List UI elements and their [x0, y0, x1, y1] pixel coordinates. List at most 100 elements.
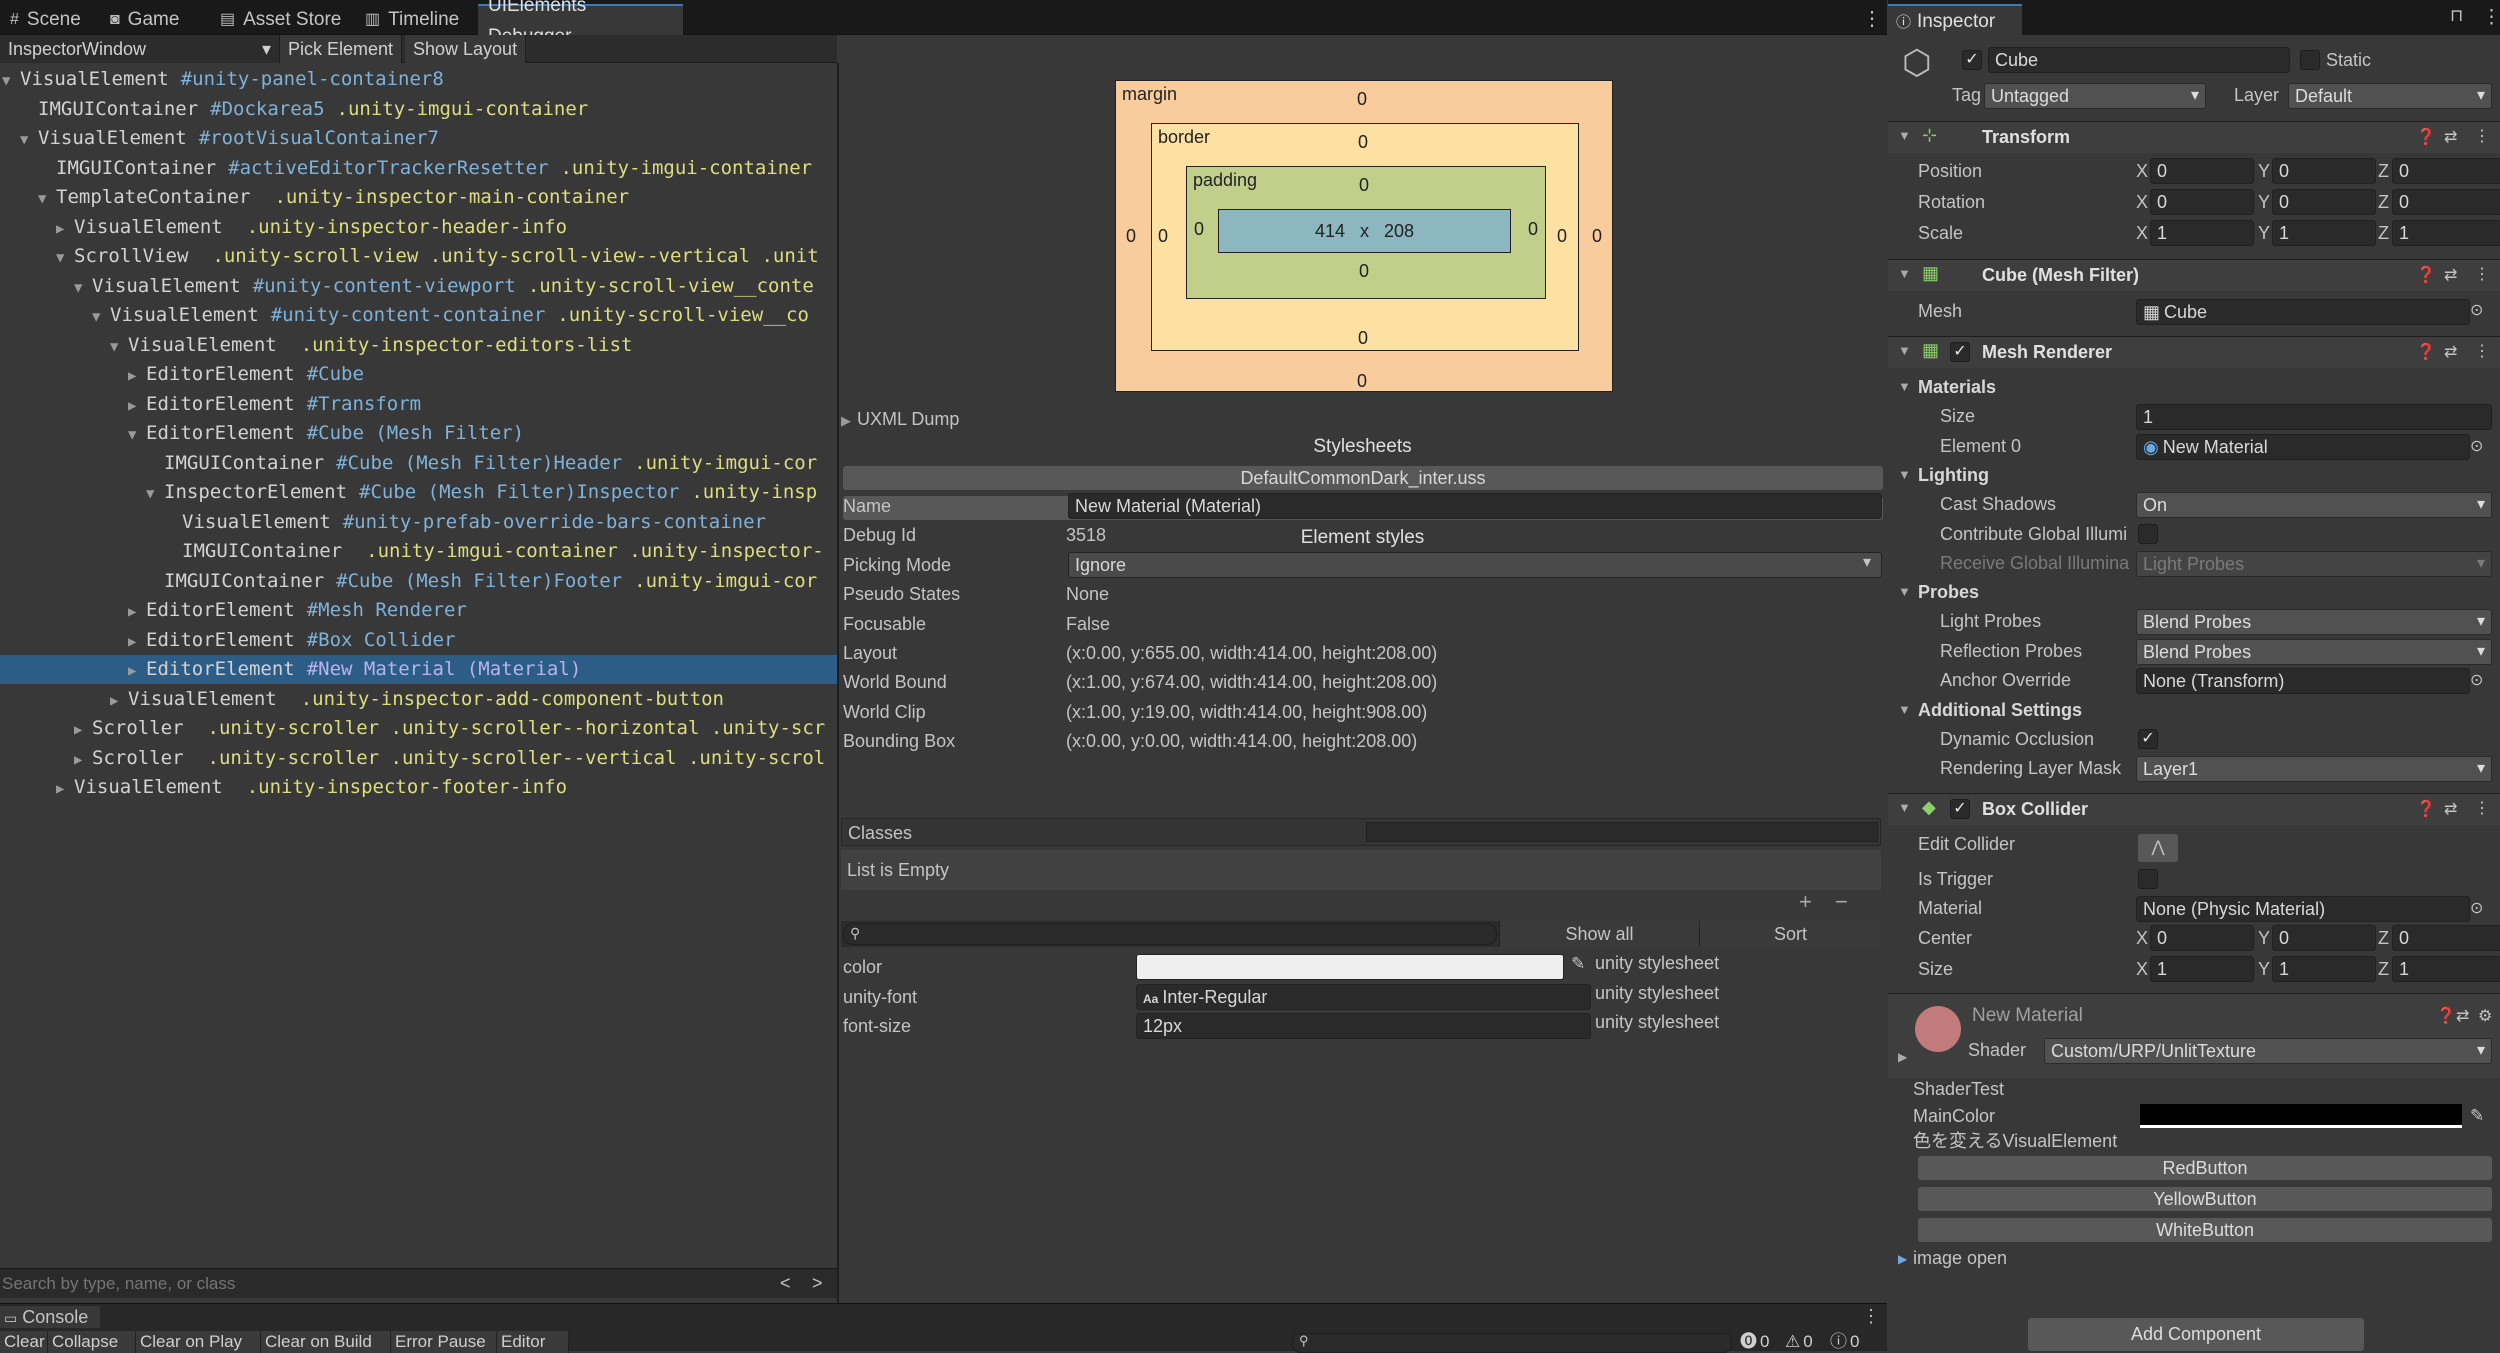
tree-row[interactable]: IMGUIContainer #activeEditorTrackerResett… [0, 154, 837, 183]
element0-object-field[interactable]: ◉ New Material [2136, 434, 2470, 460]
tab-timeline[interactable]: ▥ Timeline [355, 4, 469, 35]
more-options-icon[interactable]: ⋮ [2482, 6, 2500, 29]
console-clear-button[interactable]: Clear [0, 1331, 48, 1353]
yellow-button[interactable]: YellowButton [1918, 1187, 2492, 1211]
console-info-count[interactable]: ⓘ 0 [1830, 1331, 1859, 1353]
tab-inspector[interactable]: ⓘ Inspector [1888, 4, 2022, 35]
tree-row[interactable]: ▶ EditorElement #Box Collider [0, 626, 837, 655]
classes-input[interactable] [1366, 822, 1878, 842]
tab-asset-store[interactable]: ▤ Asset Store [210, 4, 351, 35]
console-error-count[interactable]: ⓿0 [1740, 1331, 1769, 1353]
console-editor-button[interactable]: Editor [497, 1331, 569, 1353]
console-collapse-button[interactable]: Collapse [48, 1331, 136, 1353]
uxml-dump-foldout[interactable]: ▶ UXML Dump [841, 405, 959, 433]
collapsed-arrow-icon[interactable]: ▶ [128, 392, 146, 421]
stylesheet-button-0[interactable]: DefaultCommonDark_inter.uss [843, 466, 1883, 490]
foldout-arrow-icon[interactable]: ▼ [1898, 800, 1911, 815]
materials-foldout[interactable]: Materials [1918, 373, 1996, 401]
transform-header[interactable] [1888, 121, 2500, 153]
object-picker-icon[interactable]: ⊙ [2470, 898, 2483, 918]
component-menu-icon[interactable]: ⋮ [2474, 126, 2490, 146]
picking-mode-dropdown[interactable]: Ignore [1068, 551, 1882, 578]
help-icon[interactable]: ❓ [2416, 799, 2436, 819]
tree-row[interactable]: ▼ InspectorElement #Cube (Mesh Filter)Insp… [0, 478, 837, 507]
tree-row[interactable]: IMGUIContainer .unity-imgui-container .un… [0, 537, 837, 566]
foldout-arrow-icon[interactable]: ▼ [1898, 584, 1911, 599]
is-trigger-checkbox[interactable] [2138, 869, 2158, 889]
lock-icon[interactable]: ⊓ [2450, 6, 2463, 26]
console-clear-on-build-button[interactable]: Clear on Build [261, 1331, 391, 1353]
foldout-arrow-icon[interactable]: ▼ [1898, 467, 1911, 482]
tree-row[interactable]: VisualElement #unity-prefab-override-bars… [0, 508, 837, 537]
collider-material-field[interactable]: None (Physic Material) [2136, 896, 2470, 922]
tree-row[interactable]: ▼ VisualElement .unity-inspector-editors-l… [0, 331, 837, 360]
preset-icon[interactable]: ⇄ [2444, 265, 2457, 285]
foldout-arrow-icon[interactable]: ▼ [1898, 343, 1911, 358]
console-error-pause-button[interactable]: Error Pause [391, 1331, 497, 1353]
edit-collider-button[interactable]: ⋀ [2138, 834, 2178, 862]
contribute-gi-checkbox[interactable] [2138, 524, 2158, 544]
collapsed-arrow-icon[interactable]: ▶ [128, 598, 146, 627]
position-y-field[interactable]: 0 [2272, 158, 2376, 184]
collapsed-arrow-icon[interactable]: ▶ [74, 746, 92, 775]
console-more-icon[interactable]: ⋮ [1862, 1306, 1880, 1327]
add-component-button[interactable]: Add Component [2028, 1318, 2364, 1351]
tree-row[interactable]: IMGUIContainer #Dockarea5 .unity-imgui-con… [0, 95, 837, 124]
expanded-arrow-icon[interactable]: ▼ [38, 185, 56, 214]
tab-uielements-debugger[interactable]: UIElements Debugger [478, 0, 683, 47]
mesh-filter-header[interactable] [1888, 259, 2500, 291]
search-prev-button[interactable]: < [780, 1273, 791, 1294]
component-menu-icon[interactable]: ⋮ [2474, 264, 2490, 284]
dynamic-occlusion-checkbox[interactable]: ✓ [2138, 729, 2158, 749]
tree-row[interactable]: ▼ EditorElement #Cube (Mesh Filter) [0, 419, 837, 448]
expanded-arrow-icon[interactable]: ▼ [110, 333, 128, 362]
collider-size-z-field[interactable]: 1 [2392, 956, 2500, 982]
static-checkbox[interactable] [2300, 50, 2320, 70]
materials-size-field[interactable]: 1 [2136, 404, 2492, 430]
tree-row[interactable]: ▼ VisualElement #unity-content-container .u… [0, 301, 837, 330]
collapsed-arrow-icon[interactable]: ▶ [56, 215, 74, 244]
collapsed-arrow-icon[interactable]: ▶ [110, 687, 128, 716]
gear-icon[interactable]: ⚙ [2478, 1006, 2492, 1026]
additional-settings-foldout[interactable]: Additional Settings [1918, 696, 2082, 724]
tree-row[interactable]: ▶ VisualElement .unity-inspector-footer-in… [0, 773, 837, 802]
tab-game[interactable]: ◙ Game [100, 4, 189, 35]
center-y-field[interactable]: 0 [2272, 925, 2376, 951]
object-picker-icon[interactable]: ⊙ [2470, 436, 2483, 456]
scale-x-field[interactable]: 1 [2150, 220, 2254, 246]
collapsed-arrow-icon[interactable]: ▶ [128, 362, 146, 391]
sort-button[interactable]: Sort [1699, 921, 1881, 947]
box-collider-enabled-checkbox[interactable]: ✓ [1950, 799, 1970, 819]
window-select-dropdown[interactable]: InspectorWindow ▾ [0, 35, 280, 63]
tree-row[interactable]: ▼ VisualElement #unity-content-viewport .un… [0, 272, 837, 301]
scale-z-field[interactable]: 1 [2392, 220, 2500, 246]
tree-row[interactable]: ▶ VisualElement .unity-inspector-add-compo… [0, 685, 837, 714]
foldout-arrow-icon[interactable]: ▶ [1898, 1050, 1907, 1064]
position-x-field[interactable]: 0 [2150, 158, 2254, 184]
cast-shadows-dropdown[interactable]: On [2136, 492, 2492, 518]
preset-icon[interactable]: ⇄ [2456, 1006, 2469, 1026]
main-color-field[interactable] [2140, 1104, 2462, 1128]
component-menu-icon[interactable]: ⋮ [2474, 798, 2490, 818]
anchor-override-field[interactable]: None (Transform) [2136, 668, 2470, 694]
mesh-renderer-header[interactable] [1888, 336, 2500, 368]
collapsed-arrow-icon[interactable]: ▶ [56, 775, 74, 804]
foldout-arrow-icon[interactable]: ▼ [1898, 128, 1911, 143]
eyedropper-icon[interactable]: ✎ [1571, 954, 1585, 974]
expanded-arrow-icon[interactable]: ▼ [2, 67, 20, 96]
tree-row[interactable]: ▼ VisualElement #rootVisualContainer7 [0, 124, 837, 153]
font-field[interactable]: Aa Inter-Regular [1136, 983, 1591, 1010]
tree-row[interactable]: IMGUIContainer #Cube (Mesh Filter)Footer.… [0, 567, 837, 596]
tab-console[interactable]: ▭ Console [0, 1306, 100, 1328]
tag-dropdown[interactable]: Untagged [1984, 83, 2206, 109]
reflection-probes-dropdown[interactable]: Blend Probes [2136, 639, 2492, 665]
scale-y-field[interactable]: 1 [2272, 220, 2376, 246]
foldout-arrow-icon[interactable]: ▶ [1898, 1252, 1907, 1266]
object-picker-icon[interactable]: ⊙ [2470, 300, 2483, 320]
foldout-arrow-icon[interactable]: ▼ [1898, 379, 1911, 394]
tree-row[interactable]: ▶ EditorElement #Mesh Renderer [0, 596, 837, 625]
tree-row[interactable]: ▶ EditorElement #New Material (Material) [0, 655, 837, 684]
name-field[interactable]: New Material (Material) [1068, 493, 1882, 519]
tab-scene[interactable]: # Scene [0, 4, 91, 35]
console-search-input[interactable]: ⚲ [1292, 1333, 1732, 1353]
